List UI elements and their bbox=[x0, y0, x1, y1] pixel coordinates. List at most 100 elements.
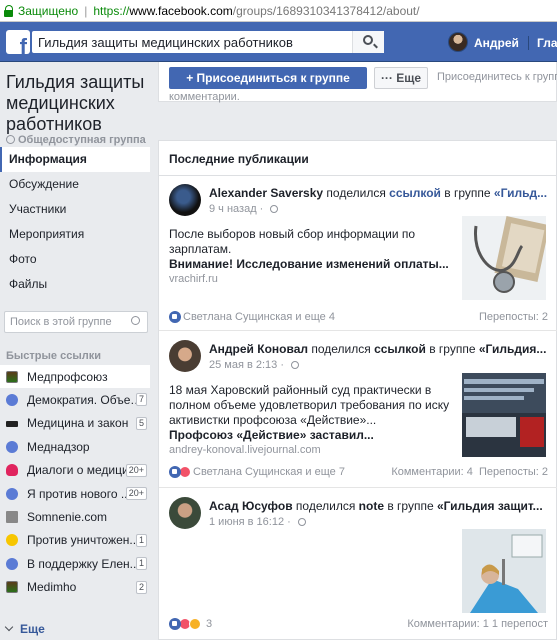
home-link[interactable]: Главна bbox=[528, 36, 557, 50]
link-word[interactable]: ссылкой bbox=[389, 186, 441, 200]
quick-link-item[interactable]: Я против нового ... 20+ bbox=[0, 482, 150, 505]
post: Alexander Saversky поделился ссылкой в г… bbox=[159, 176, 557, 331]
link-thumbnail[interactable] bbox=[462, 373, 546, 457]
facebook-logo-icon[interactable]: f bbox=[6, 30, 30, 54]
chevron-down-icon bbox=[4, 622, 14, 632]
quick-link-item[interactable]: Меднадзор bbox=[0, 435, 150, 458]
group-nav: Информация Обсуждение Участники Мероприя… bbox=[0, 147, 150, 297]
user-name-link[interactable]: Андрей bbox=[474, 36, 519, 50]
quick-links-list: Медпрофсоюз Демократия. Объед... 7 Медици… bbox=[0, 365, 150, 599]
group-icon bbox=[6, 440, 18, 453]
quick-link-item[interactable]: В поддержку Елен... 1 bbox=[0, 552, 150, 575]
feed-title: Последние публикации bbox=[169, 152, 309, 166]
join-group-button[interactable]: + Присоединиться к группе bbox=[169, 67, 367, 89]
comments-shares-count[interactable]: Комментарии: 1 1 перепост bbox=[407, 618, 548, 630]
count-badge: 7 bbox=[135, 393, 147, 407]
group-link[interactable]: «Гильд... bbox=[494, 186, 547, 200]
group-icon bbox=[6, 394, 18, 407]
link-title[interactable]: Внимание! Исследование изменений оплаты.… bbox=[169, 257, 454, 272]
nav-item-info[interactable]: Информация bbox=[0, 147, 150, 172]
shares-count[interactable]: Перепосты: 2 bbox=[479, 311, 548, 323]
url-path: /groups/1689310341378412/about/ bbox=[232, 3, 420, 18]
page-icon bbox=[6, 511, 18, 524]
reactions-summary[interactable]: 3 bbox=[169, 618, 212, 630]
quick-link-item[interactable]: Демократия. Объед... 7 bbox=[0, 388, 150, 411]
group-action-card: + Присоединиться к группе ··· Еще Присое… bbox=[158, 62, 557, 103]
quick-link-item[interactable]: Диалоги о медици... 20+ bbox=[0, 459, 150, 482]
timestamp[interactable]: 25 мая в 2:13 bbox=[209, 359, 277, 371]
group-thumbnail-icon bbox=[6, 370, 18, 383]
globe-icon bbox=[6, 135, 15, 144]
search-button[interactable] bbox=[352, 31, 384, 53]
post-meta: 9 ч назад · bbox=[209, 203, 279, 215]
join-note: Присоединитесь к группе bbox=[437, 71, 557, 83]
author-link[interactable]: Асад Юсуфов bbox=[209, 499, 293, 513]
avatar[interactable] bbox=[169, 184, 201, 216]
user-avatar[interactable] bbox=[448, 32, 468, 52]
facebook-top-bar: f Гильдия защиты медицинских работников … bbox=[0, 22, 557, 62]
link-thumbnail[interactable] bbox=[462, 216, 546, 300]
group-search-input[interactable]: Поиск в этой группе bbox=[4, 311, 148, 333]
timestamp[interactable]: 9 ч назад bbox=[209, 203, 257, 215]
comments-shares-count[interactable]: Комментарии: 4 Перепосты: 2 bbox=[391, 466, 548, 478]
globe-icon bbox=[291, 361, 300, 369]
post: Асад Юсуфов поделился note в группе «Гил… bbox=[159, 489, 557, 639]
broken-heart-icon bbox=[6, 464, 18, 477]
group-link[interactable]: «Гильдия... bbox=[479, 342, 547, 356]
like-icon bbox=[169, 618, 181, 630]
group-link[interactable]: «Гильдия защит... bbox=[437, 499, 543, 513]
bulb-icon bbox=[6, 534, 18, 547]
more-button[interactable]: ··· Еще bbox=[374, 67, 428, 89]
post-meta: 25 мая в 2:13 · bbox=[209, 359, 300, 371]
recent-posts-feed: Последние публикации Alexander Saversky … bbox=[158, 140, 557, 640]
avatar[interactable] bbox=[169, 497, 201, 529]
quick-link-item[interactable]: Медпрофсоюз bbox=[0, 365, 150, 389]
url-scheme: https:// bbox=[93, 3, 130, 18]
link-word[interactable]: note bbox=[359, 499, 384, 513]
author-link[interactable]: Alexander Saversky bbox=[209, 186, 323, 200]
nav-item-members[interactable]: Участники bbox=[0, 197, 150, 222]
link-word[interactable]: ссылкой bbox=[374, 342, 426, 356]
nav-item-events[interactable]: Мероприятия bbox=[0, 222, 150, 247]
post-text: 18 мая Харовский районный суд практическ… bbox=[169, 383, 450, 427]
like-icon bbox=[169, 466, 181, 478]
nav-item-files[interactable]: Файлы bbox=[0, 272, 150, 297]
sad-icon bbox=[189, 618, 201, 630]
post-text: После выборов новый сбор информации по з… bbox=[169, 227, 416, 256]
link-domain: vrachirf.ru bbox=[169, 273, 218, 285]
avatar[interactable] bbox=[169, 340, 201, 372]
left-sidebar: Гильдия защиты медицинских работников Об… bbox=[0, 62, 150, 640]
group-icon bbox=[6, 487, 18, 500]
quick-link-item[interactable]: Медицина и закон 5 bbox=[0, 412, 150, 435]
quick-link-item[interactable]: Somnenie.com bbox=[0, 505, 150, 528]
url-host: www.facebook.com bbox=[129, 3, 233, 18]
group-icon bbox=[6, 557, 18, 570]
post-meta: 1 июня в 16:12 · bbox=[209, 516, 306, 528]
post-body: После выборов новый сбор информации по з… bbox=[169, 227, 454, 287]
lock-icon bbox=[4, 4, 14, 17]
search-icon bbox=[363, 35, 373, 45]
browser-address-bar[interactable]: Защищено | https://www.facebook.com/grou… bbox=[0, 0, 557, 22]
search-input[interactable]: Гильдия защиты медицинских работников bbox=[32, 31, 384, 53]
nav-item-photos[interactable]: Фото bbox=[0, 247, 150, 272]
like-icon bbox=[169, 311, 181, 323]
group-title[interactable]: Гильдия защиты медицинских работников bbox=[6, 72, 152, 135]
group-thumbnail-icon bbox=[6, 581, 18, 594]
reactions-summary[interactable]: Светлана Сущинская и еще 7 bbox=[169, 466, 345, 478]
post-header: Асад Юсуфов поделился note в группе «Гил… bbox=[209, 499, 543, 513]
author-link[interactable]: Андрей Коновал bbox=[209, 342, 308, 356]
link-title[interactable]: Профсоюз «Действие» заставил... bbox=[169, 428, 454, 443]
post-header: Alexander Saversky поделился ссылкой в г… bbox=[209, 186, 548, 200]
group-privacy: Общедоступная группа bbox=[6, 134, 146, 146]
reactions-summary[interactable]: Светлана Сущинская и еще 4 bbox=[169, 311, 335, 323]
nav-item-discussion[interactable]: Обсуждение bbox=[0, 172, 150, 197]
count-badge: 2 bbox=[135, 580, 147, 594]
quick-link-item[interactable]: Против уничтожен... 1 bbox=[0, 529, 150, 552]
quick-links-more[interactable]: Еще bbox=[4, 622, 45, 636]
group-search-icon bbox=[131, 316, 140, 325]
post-body: 18 мая Харовский районный суд практическ… bbox=[169, 383, 454, 458]
quick-link-item[interactable]: Medimho 2 bbox=[0, 576, 150, 599]
count-badge: 20+ bbox=[125, 463, 147, 477]
note-image[interactable] bbox=[462, 529, 546, 613]
timestamp[interactable]: 1 июня в 16:12 bbox=[209, 516, 284, 528]
